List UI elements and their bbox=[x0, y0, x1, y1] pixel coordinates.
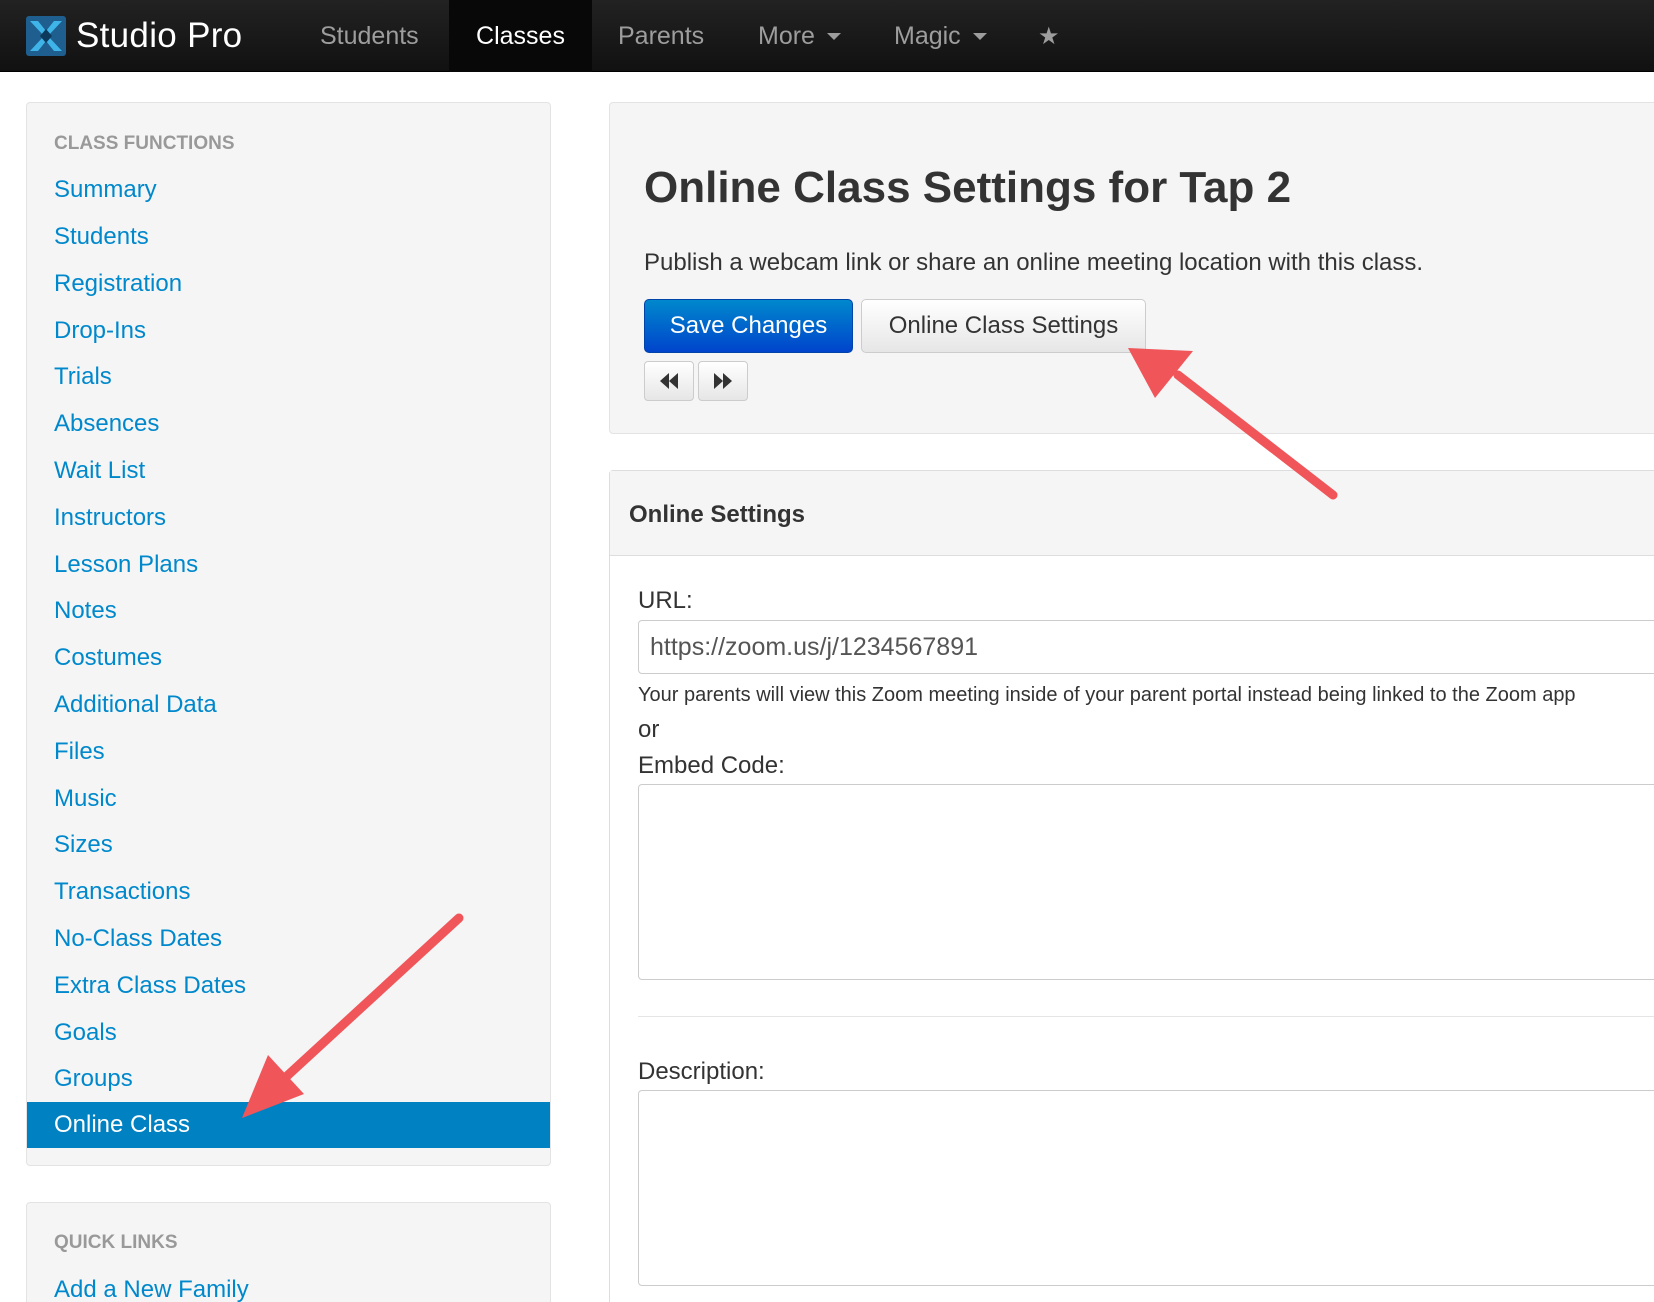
sidebar-item-absences[interactable]: Absences bbox=[27, 401, 550, 447]
caret-down-icon bbox=[826, 32, 841, 40]
online-settings-panel: Online Settings URL: Your parents will v… bbox=[609, 470, 1654, 1302]
sidebar-item-students[interactable]: Students bbox=[27, 214, 550, 260]
online-class-settings-button[interactable]: Online Class Settings bbox=[861, 299, 1146, 353]
top-navbar: Studio Pro Students Classes Parents More… bbox=[0, 0, 1654, 72]
previous-class-button[interactable] bbox=[644, 361, 694, 401]
embed-code-label: Embed Code: bbox=[638, 752, 785, 779]
url-label: URL: bbox=[638, 587, 693, 614]
sidebar-item-additional-data[interactable]: Additional Data bbox=[27, 682, 550, 728]
sidebar-item-goals[interactable]: Goals bbox=[27, 1010, 550, 1056]
nav-parents[interactable]: Parents bbox=[600, 0, 722, 72]
nav-magic-dropdown[interactable]: Magic bbox=[876, 0, 1005, 72]
sidebar-item-music[interactable]: Music bbox=[27, 776, 550, 822]
nav-magic-label: Magic bbox=[894, 21, 961, 50]
description-textarea[interactable] bbox=[638, 1090, 1654, 1286]
url-help-text: Your parents will view this Zoom meeting… bbox=[638, 684, 1576, 706]
sidebar-item-drop-ins[interactable]: Drop-Ins bbox=[27, 308, 550, 354]
sidebar-item-transactions[interactable]: Transactions bbox=[27, 869, 550, 915]
nav-classes[interactable]: Classes bbox=[449, 0, 592, 72]
save-changes-button[interactable]: Save Changes bbox=[644, 299, 853, 353]
forward-icon bbox=[714, 373, 732, 389]
brand-link[interactable]: Studio Pro bbox=[26, 10, 242, 62]
url-input[interactable] bbox=[638, 620, 1654, 674]
next-class-button[interactable] bbox=[698, 361, 748, 401]
caret-down-icon bbox=[972, 32, 987, 40]
page-description: Publish a webcam link or share an online… bbox=[644, 249, 1424, 276]
star-icon: ★ bbox=[1038, 22, 1060, 50]
sidebar-item-sizes[interactable]: Sizes bbox=[27, 822, 550, 868]
quick-link-add-family[interactable]: Add a New Family bbox=[27, 1267, 550, 1302]
sidebar-item-wait-list[interactable]: Wait List bbox=[27, 448, 550, 494]
quick-links-header: QUICK LINKS bbox=[54, 1232, 178, 1253]
nav-students-label: Students bbox=[320, 21, 419, 50]
sidebar-item-lesson-plans[interactable]: Lesson Plans bbox=[27, 542, 550, 588]
sidebar-item-extra-class-dates[interactable]: Extra Class Dates bbox=[27, 963, 550, 1009]
studio-pro-logo-icon bbox=[26, 16, 66, 56]
nav-classes-label: Classes bbox=[476, 21, 565, 50]
sidebar-item-groups[interactable]: Groups bbox=[27, 1056, 550, 1102]
backward-icon bbox=[660, 373, 678, 389]
page-header-panel: Online Class Settings for Tap 2 Publish … bbox=[609, 102, 1654, 434]
class-functions-header: CLASS FUNCTIONS bbox=[54, 133, 235, 154]
online-settings-title: Online Settings bbox=[629, 501, 806, 528]
description-label: Description: bbox=[638, 1058, 765, 1085]
sidebar-item-summary[interactable]: Summary bbox=[27, 167, 550, 213]
embed-code-textarea[interactable] bbox=[638, 784, 1654, 980]
sidebar-item-costumes[interactable]: Costumes bbox=[27, 635, 550, 681]
page-title: Online Class Settings for Tap 2 bbox=[644, 163, 1292, 212]
nav-students[interactable]: Students bbox=[302, 0, 437, 72]
nav-favorites[interactable]: ★ bbox=[1024, 0, 1074, 72]
online-settings-heading: Online Settings bbox=[610, 471, 1654, 556]
sidebar-item-trials[interactable]: Trials bbox=[27, 354, 550, 400]
class-functions-panel: CLASS FUNCTIONS Summary Students Registr… bbox=[26, 102, 551, 1166]
divider bbox=[638, 1016, 1654, 1017]
sidebar-item-files[interactable]: Files bbox=[27, 729, 550, 775]
brand-name: Studio Pro bbox=[76, 16, 243, 55]
nav-more-dropdown[interactable]: More bbox=[740, 0, 859, 72]
sidebar-item-instructors[interactable]: Instructors bbox=[27, 495, 550, 541]
sidebar-item-no-class-dates[interactable]: No-Class Dates bbox=[27, 916, 550, 962]
sidebar-item-registration[interactable]: Registration bbox=[27, 261, 550, 307]
nav-parents-label: Parents bbox=[618, 21, 705, 50]
or-text: or bbox=[638, 716, 660, 743]
quick-links-panel: QUICK LINKS Add a New Family bbox=[26, 1202, 551, 1302]
sidebar-item-notes[interactable]: Notes bbox=[27, 588, 550, 634]
nav-more-label: More bbox=[758, 21, 815, 50]
sidebar-item-online-class[interactable]: Online Class bbox=[27, 1102, 550, 1148]
